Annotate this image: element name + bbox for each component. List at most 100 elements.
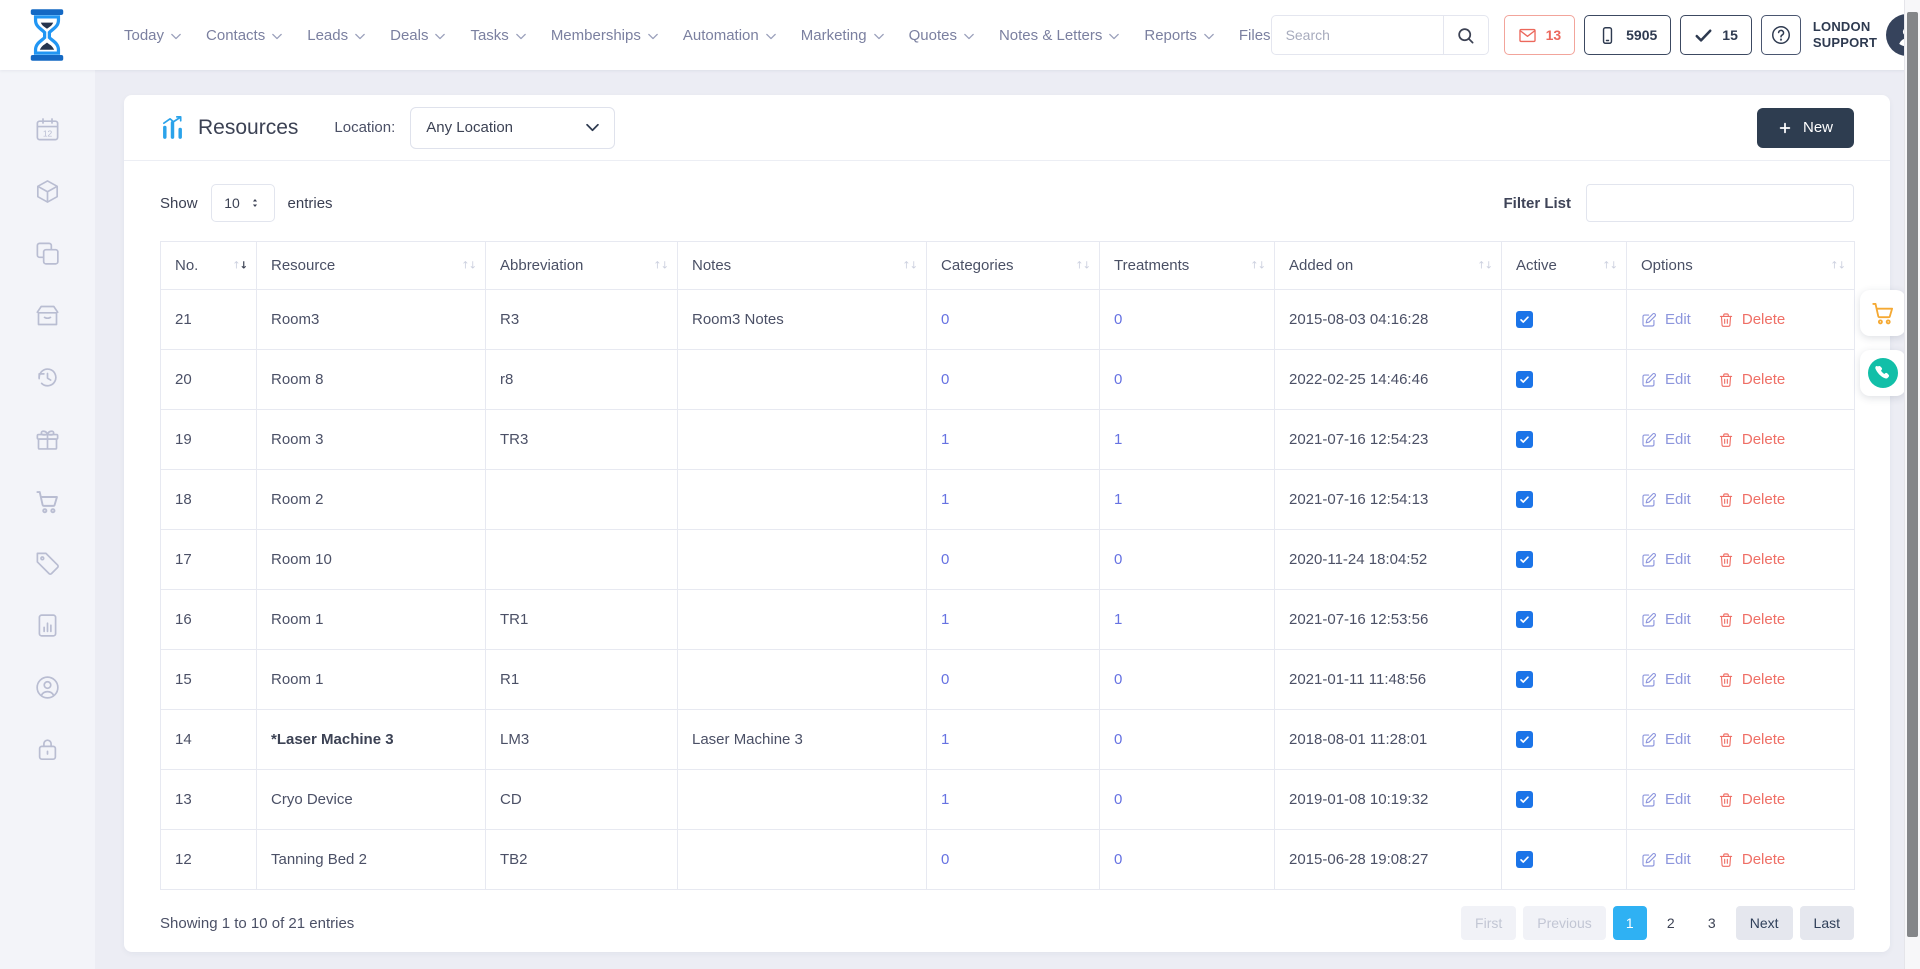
cart-float-button[interactable] xyxy=(1860,290,1906,336)
edit-button[interactable]: Edit xyxy=(1641,731,1691,748)
help-button[interactable] xyxy=(1761,15,1801,55)
delete-button[interactable]: Delete xyxy=(1718,671,1785,688)
nav-item-contacts[interactable]: Contacts xyxy=(206,27,282,44)
column-header-notes[interactable]: Notes↑↓ xyxy=(678,242,927,290)
categories-count-link[interactable]: 0 xyxy=(941,311,949,328)
delete-button[interactable]: Delete xyxy=(1718,851,1785,868)
categories-count-link[interactable]: 1 xyxy=(941,431,949,448)
delete-button[interactable]: Delete xyxy=(1718,311,1785,328)
column-header-added-on[interactable]: Added on↑↓ xyxy=(1275,242,1502,290)
treatments-count-link[interactable]: 0 xyxy=(1114,731,1122,748)
sidebar-item-report[interactable] xyxy=(34,612,61,639)
treatments-count-link[interactable]: 1 xyxy=(1114,611,1122,628)
sidebar-item-history[interactable] xyxy=(34,364,61,391)
pagination-page-3[interactable]: 3 xyxy=(1695,906,1729,940)
pagination-next[interactable]: Next xyxy=(1736,906,1793,940)
phone-float-button[interactable] xyxy=(1860,350,1906,396)
active-checkbox[interactable] xyxy=(1516,371,1533,388)
delete-button[interactable]: Delete xyxy=(1718,611,1785,628)
pagination-previous[interactable]: Previous xyxy=(1523,906,1605,940)
column-header-categories[interactable]: Categories↑↓ xyxy=(927,242,1100,290)
scrollbar[interactable] xyxy=(1904,0,1920,969)
categories-count-link[interactable]: 1 xyxy=(941,791,949,808)
edit-button[interactable]: Edit xyxy=(1641,491,1691,508)
pagination-first[interactable]: First xyxy=(1461,906,1516,940)
pagination-page-2[interactable]: 2 xyxy=(1654,906,1688,940)
nav-item-reports[interactable]: Reports xyxy=(1144,27,1214,44)
active-checkbox[interactable] xyxy=(1516,671,1533,688)
edit-button[interactable]: Edit xyxy=(1641,371,1691,388)
sidebar-item-cart[interactable] xyxy=(34,488,61,515)
nav-item-memberships[interactable]: Memberships xyxy=(551,27,658,44)
column-header-treatments[interactable]: Treatments↑↓ xyxy=(1100,242,1275,290)
categories-count-link[interactable]: 1 xyxy=(941,491,949,508)
treatments-count-link[interactable]: 0 xyxy=(1114,851,1122,868)
edit-button[interactable]: Edit xyxy=(1641,611,1691,628)
sidebar-item-open-box[interactable] xyxy=(34,302,61,329)
envelope-badge[interactable]: 13 xyxy=(1504,15,1576,55)
sidebar-item-lock[interactable] xyxy=(34,736,61,763)
filter-input[interactable] xyxy=(1586,184,1854,222)
nav-item-leads[interactable]: Leads xyxy=(307,27,365,44)
treatments-count-link[interactable]: 0 xyxy=(1114,671,1122,688)
categories-count-link[interactable]: 0 xyxy=(941,671,949,688)
new-button[interactable]: New xyxy=(1757,108,1854,148)
edit-button[interactable]: Edit xyxy=(1641,431,1691,448)
nav-item-marketing[interactable]: Marketing xyxy=(801,27,884,44)
edit-button[interactable]: Edit xyxy=(1641,311,1691,328)
hourglass-logo-icon[interactable] xyxy=(26,8,68,62)
search-input[interactable] xyxy=(1271,15,1443,55)
sidebar-item-gift[interactable] xyxy=(34,426,61,453)
treatments-count-link[interactable]: 0 xyxy=(1114,371,1122,388)
column-header-abbreviation[interactable]: Abbreviation↑↓ xyxy=(486,242,678,290)
location-select[interactable]: Any Location xyxy=(410,107,615,149)
pagination-last[interactable]: Last xyxy=(1800,906,1854,940)
treatments-count-link[interactable]: 0 xyxy=(1114,791,1122,808)
active-checkbox[interactable] xyxy=(1516,551,1533,568)
treatments-count-link[interactable]: 0 xyxy=(1114,311,1122,328)
column-header-options[interactable]: Options↑↓ xyxy=(1627,242,1855,290)
active-checkbox[interactable] xyxy=(1516,491,1533,508)
active-checkbox[interactable] xyxy=(1516,791,1533,808)
delete-button[interactable]: Delete xyxy=(1718,491,1785,508)
nav-item-deals[interactable]: Deals xyxy=(390,27,445,44)
delete-button[interactable]: Delete xyxy=(1718,431,1785,448)
categories-count-link[interactable]: 0 xyxy=(941,551,949,568)
delete-button[interactable]: Delete xyxy=(1718,371,1785,388)
edit-button[interactable]: Edit xyxy=(1641,551,1691,568)
column-header-no[interactable]: No.↑↓ xyxy=(161,242,257,290)
nav-item-files[interactable]: Files xyxy=(1239,27,1271,44)
delete-button[interactable]: Delete xyxy=(1718,791,1785,808)
delete-button[interactable]: Delete xyxy=(1718,731,1785,748)
sidebar-item-package[interactable] xyxy=(34,178,61,205)
nav-item-notes-letters[interactable]: Notes & Letters xyxy=(999,27,1119,44)
active-checkbox[interactable] xyxy=(1516,611,1533,628)
column-header-resource[interactable]: Resource↑↓ xyxy=(257,242,486,290)
categories-count-link[interactable]: 0 xyxy=(941,371,949,388)
sidebar-item-copy[interactable] xyxy=(34,240,61,267)
categories-count-link[interactable]: 0 xyxy=(941,851,949,868)
nav-item-automation[interactable]: Automation xyxy=(683,27,776,44)
active-checkbox[interactable] xyxy=(1516,731,1533,748)
sidebar-item-user-circle[interactable] xyxy=(34,674,61,701)
phone-badge[interactable]: 5905 xyxy=(1584,15,1671,55)
categories-count-link[interactable]: 1 xyxy=(941,731,949,748)
treatments-count-link[interactable]: 0 xyxy=(1114,551,1122,568)
nav-item-tasks[interactable]: Tasks xyxy=(470,27,525,44)
scrollbar-thumb[interactable] xyxy=(1907,12,1918,937)
sidebar-item-tags[interactable] xyxy=(34,550,61,577)
pagination-page-1[interactable]: 1 xyxy=(1613,906,1647,940)
treatments-count-link[interactable]: 1 xyxy=(1114,431,1122,448)
nav-item-today[interactable]: Today xyxy=(124,27,181,44)
check-badge[interactable]: 15 xyxy=(1680,15,1752,55)
column-header-active[interactable]: Active↑↓ xyxy=(1502,242,1627,290)
delete-button[interactable]: Delete xyxy=(1718,551,1785,568)
categories-count-link[interactable]: 1 xyxy=(941,611,949,628)
active-checkbox[interactable] xyxy=(1516,851,1533,868)
edit-button[interactable]: Edit xyxy=(1641,671,1691,688)
active-checkbox[interactable] xyxy=(1516,311,1533,328)
edit-button[interactable]: Edit xyxy=(1641,791,1691,808)
nav-item-quotes[interactable]: Quotes xyxy=(909,27,974,44)
search-button[interactable] xyxy=(1443,15,1489,55)
treatments-count-link[interactable]: 1 xyxy=(1114,491,1122,508)
